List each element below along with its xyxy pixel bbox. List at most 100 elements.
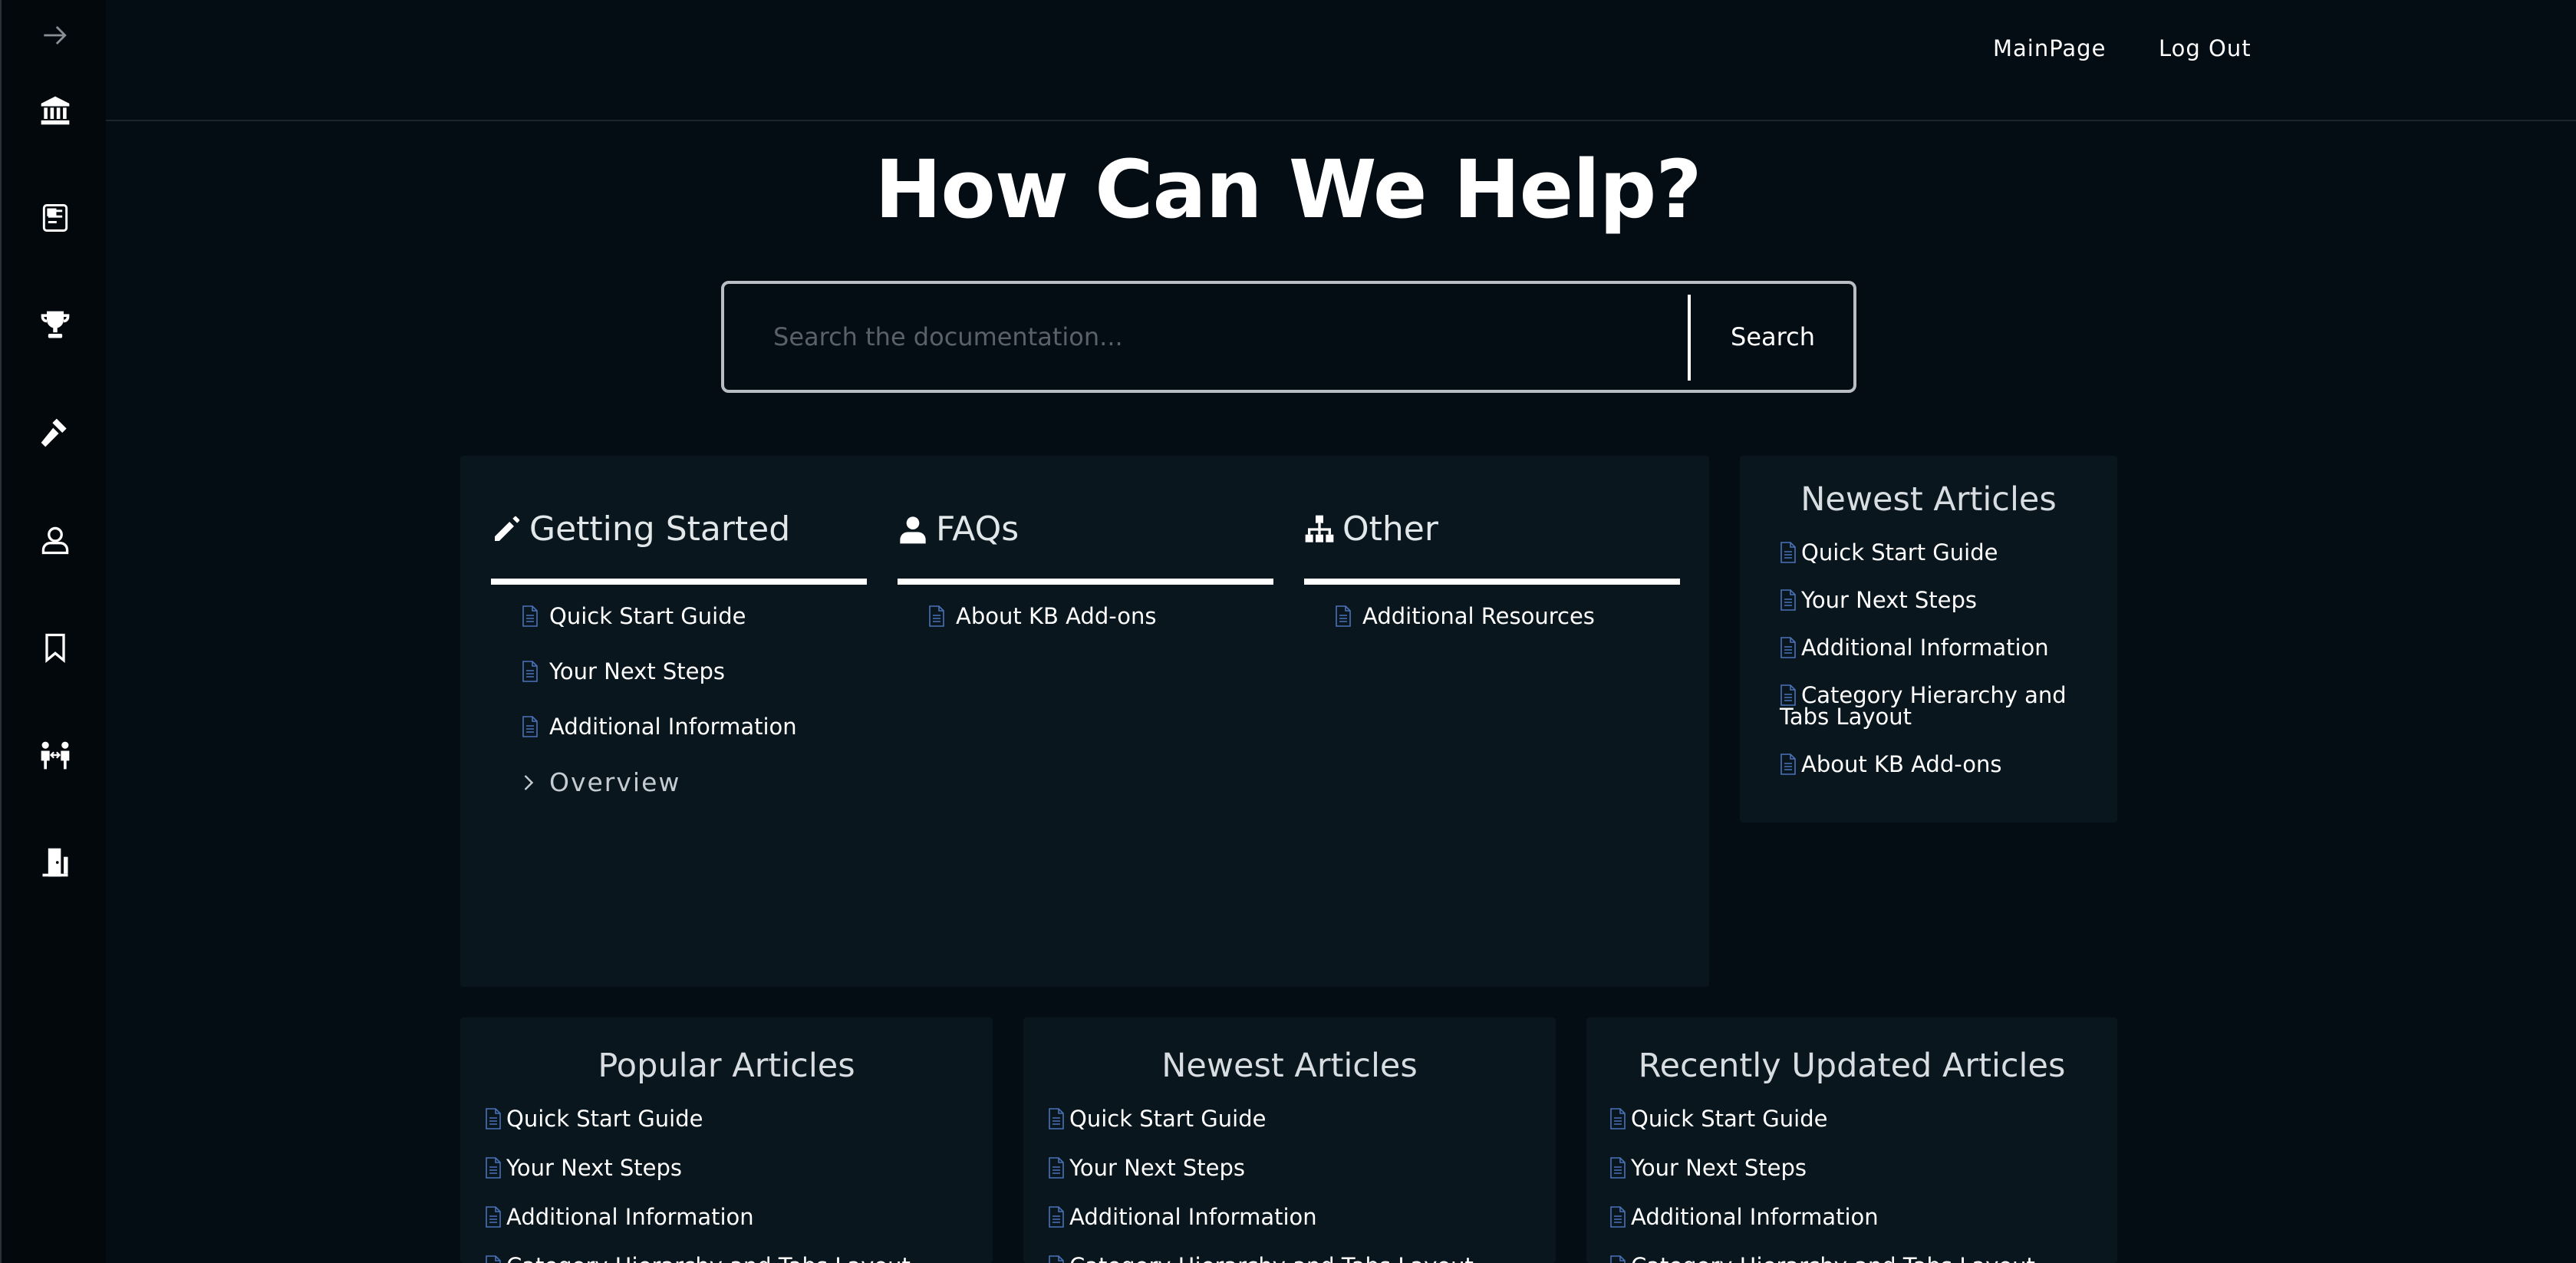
- document-icon: [1610, 1255, 1626, 1263]
- article-link[interactable]: Your Next Steps: [1048, 1157, 1539, 1179]
- category-divider: [1304, 579, 1680, 585]
- document-icon: [1049, 1206, 1064, 1228]
- document-icon: [1610, 1157, 1626, 1179]
- category-header[interactable]: Getting Started: [491, 509, 790, 549]
- gavel-icon[interactable]: [35, 413, 75, 453]
- main-page-link[interactable]: MainPage: [1993, 35, 2106, 61]
- top-bar: MainPage Log Out: [106, 0, 2576, 121]
- article-link[interactable]: Your Next Steps: [485, 1157, 976, 1179]
- article-link-label: Your Next Steps: [549, 658, 726, 684]
- document-icon: [1780, 542, 1796, 563]
- article-link-label: Quick Start Guide: [1069, 1106, 1267, 1132]
- document-icon: [1780, 589, 1796, 611]
- article-link[interactable]: Additional Resources: [1335, 603, 1595, 629]
- user-icon: [900, 516, 926, 543]
- newest-articles-sidebox: Newest Articles Quick Start Guide Your N…: [1740, 456, 2117, 823]
- document-icon: [1780, 684, 1796, 706]
- exit-door-icon[interactable]: [35, 843, 75, 882]
- document-icon: [1610, 1108, 1626, 1129]
- article-link-label: Your Next Steps: [1801, 587, 1978, 613]
- article-link-label: Category Hierarchy and Tabs Layout: [1631, 1255, 2035, 1263]
- article-link-label: Your Next Steps: [1631, 1155, 1807, 1181]
- article-link-label: Additional Information: [506, 1204, 754, 1230]
- article-link[interactable]: Category Hierarchy and Tabs Layout: [1048, 1255, 1539, 1263]
- article-link-label: Additional Information: [1069, 1204, 1317, 1230]
- box-title: Popular Articles: [598, 1047, 855, 1085]
- category-header[interactable]: Other: [1304, 509, 1438, 549]
- article-link[interactable]: About KB Add-ons: [928, 603, 1156, 629]
- search-divider: [1688, 295, 1691, 381]
- pencil-icon: [495, 516, 520, 541]
- document-icon: [1780, 754, 1796, 775]
- article-link-label: Additional Information: [549, 714, 797, 740]
- arrow-right-icon[interactable]: [35, 15, 75, 55]
- search-box: Search: [721, 281, 1856, 393]
- document-icon: [929, 605, 944, 627]
- document-icon: [486, 1157, 501, 1179]
- trophy-icon[interactable]: [35, 305, 75, 345]
- article-link-label: Category Hierarchy and Tabs Layout: [1780, 682, 2067, 730]
- document-icon: [486, 1255, 501, 1263]
- article-link[interactable]: Additional Information: [1048, 1206, 1539, 1228]
- bookmark-icon[interactable]: [35, 628, 75, 668]
- category-title: Other: [1342, 509, 1438, 549]
- article-link[interactable]: Additional Information: [485, 1206, 976, 1228]
- category-divider: [491, 579, 867, 585]
- page-title: How Can We Help?: [875, 143, 1701, 236]
- box-title: Recently Updated Articles: [1638, 1047, 2066, 1085]
- search-input[interactable]: [724, 284, 1691, 390]
- people-exchange-icon[interactable]: [35, 735, 75, 775]
- article-link-label: Quick Start Guide: [1801, 539, 1998, 566]
- article-link[interactable]: Your Next Steps: [1609, 1157, 2100, 1179]
- article-link[interactable]: About KB Add-ons: [1780, 754, 2102, 776]
- box-title: Newest Articles: [1800, 480, 2057, 519]
- document-icon: [1049, 1157, 1064, 1179]
- search-button[interactable]: Search: [1692, 284, 1853, 390]
- category-header[interactable]: FAQs: [898, 509, 1019, 549]
- article-link-label: Category Hierarchy and Tabs Layout: [506, 1255, 911, 1263]
- document-icon: [1780, 637, 1796, 658]
- bank-icon[interactable]: [35, 91, 75, 130]
- log-out-link[interactable]: Log Out: [2159, 35, 2252, 61]
- box-title: Newest Articles: [1161, 1047, 1418, 1085]
- article-link-label: Your Next Steps: [1069, 1155, 1246, 1181]
- document-icon: [1336, 605, 1351, 627]
- article-link-label: Category Hierarchy and Tabs Layout: [1069, 1255, 1474, 1263]
- article-link[interactable]: Additional Information: [1780, 635, 2102, 661]
- document-icon: [522, 605, 538, 627]
- document-icon: [1049, 1108, 1064, 1129]
- document-icon: [1610, 1206, 1626, 1228]
- article-link-label: Additional Information: [1631, 1204, 1879, 1230]
- document-icon: [522, 716, 538, 737]
- article-link-label: Quick Start Guide: [549, 603, 746, 629]
- document-icon: [486, 1108, 501, 1129]
- article-link[interactable]: Your Next Steps: [522, 658, 797, 684]
- user-icon[interactable]: [35, 520, 75, 560]
- subcategory-overview[interactable]: Overview: [522, 767, 797, 797]
- article-link[interactable]: Your Next Steps: [1780, 587, 2102, 613]
- popular-articles-box: Popular Articles Quick Start Guide Your …: [460, 1017, 993, 1263]
- article-link-label: Quick Start Guide: [506, 1106, 703, 1132]
- sitemap-icon: [1305, 515, 1334, 542]
- subcategory-label: Overview: [549, 767, 681, 797]
- article-link[interactable]: Category Hierarchy and Tabs Layout: [1780, 682, 2102, 730]
- article-link[interactable]: Additional Information: [522, 714, 797, 740]
- article-link[interactable]: Category Hierarchy and Tabs Layout: [1609, 1255, 2100, 1263]
- article-link[interactable]: Quick Start Guide: [1780, 539, 2102, 566]
- chevron-right-icon: [524, 774, 534, 790]
- recently-updated-articles-box: Recently Updated Articles Quick Start Gu…: [1586, 1017, 2117, 1263]
- document-icon: [1049, 1255, 1064, 1263]
- article-link[interactable]: Quick Start Guide: [1609, 1108, 2100, 1130]
- categories-panel: Getting Started Quick Start Guide Your N…: [460, 456, 1709, 987]
- article-link[interactable]: Quick Start Guide: [1048, 1106, 1539, 1132]
- document-icon: [522, 661, 538, 682]
- article-link-label: Additional Information: [1801, 635, 2049, 661]
- article-link[interactable]: Quick Start Guide: [522, 603, 797, 629]
- article-link-label: Your Next Steps: [506, 1155, 683, 1181]
- article-link[interactable]: Additional Information: [1609, 1206, 2100, 1228]
- newest-articles-box: Newest Articles Quick Start Guide Your N…: [1023, 1017, 1556, 1263]
- article-link[interactable]: Category Hierarchy and Tabs Layout: [485, 1255, 976, 1263]
- category-title: FAQs: [936, 509, 1020, 549]
- category-divider: [898, 579, 1273, 585]
- article-link[interactable]: Quick Start Guide: [485, 1106, 976, 1132]
